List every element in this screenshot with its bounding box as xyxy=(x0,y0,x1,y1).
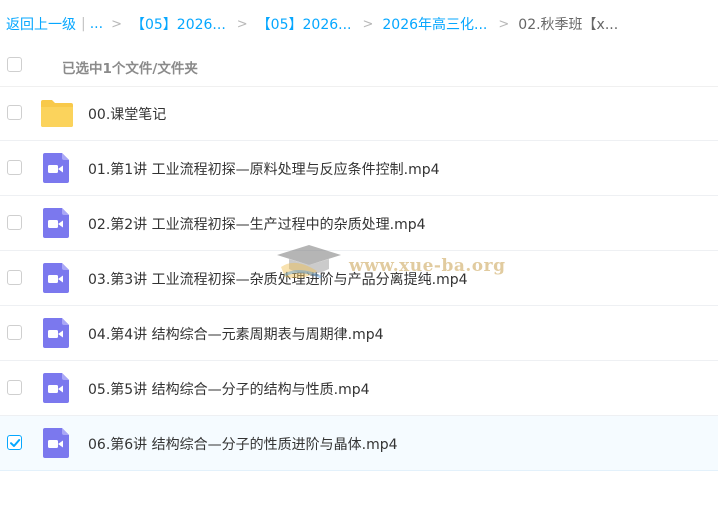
back-link[interactable]: 返回上一级 xyxy=(6,14,76,34)
file-name[interactable]: 02.第2讲 工业流程初探—生产过程中的杂质处理.mp4 xyxy=(88,214,426,234)
breadcrumb-separator: > xyxy=(362,16,374,32)
video-file-icon xyxy=(40,317,74,349)
file-row[interactable]: 05.第5讲 结构综合—分子的结构与性质.mp4 xyxy=(0,361,718,416)
file-checkbox[interactable] xyxy=(7,215,22,230)
breadcrumb-separator: > xyxy=(236,16,248,32)
file-checkbox[interactable] xyxy=(7,105,22,120)
file-name[interactable]: 05.第5讲 结构综合—分子的结构与性质.mp4 xyxy=(88,379,370,399)
file-browser: 返回上一级 | ... > 【05】2026... > 【05】2026... … xyxy=(0,0,718,507)
breadcrumb-pipe: | xyxy=(81,16,86,32)
folder-icon xyxy=(40,97,74,129)
file-checkbox[interactable] xyxy=(7,435,22,450)
selection-count-label: 已选中1个文件/文件夹 xyxy=(62,61,198,77)
video-file-icon xyxy=(40,207,74,239)
file-row[interactable]: 00.课堂笔记 xyxy=(0,86,718,141)
file-row[interactable]: 02.第2讲 工业流程初探—生产过程中的杂质处理.mp4 xyxy=(0,196,718,251)
file-name[interactable]: 04.第4讲 结构综合—元素周期表与周期律.mp4 xyxy=(88,324,384,344)
file-checkbox[interactable] xyxy=(7,325,22,340)
file-checkbox[interactable] xyxy=(7,380,22,395)
breadcrumb: 返回上一级 | ... > 【05】2026... > 【05】2026... … xyxy=(6,14,618,34)
file-name[interactable]: 06.第6讲 结构综合—分子的性质进阶与晶体.mp4 xyxy=(88,434,398,454)
breadcrumb-separator: > xyxy=(111,16,122,32)
file-checkbox[interactable] xyxy=(7,160,22,175)
video-file-icon xyxy=(40,152,74,184)
file-list: 00.课堂笔记 01.第1讲 工业流程初探—原料处理与反应条件控制.mp4 02.第… xyxy=(0,86,718,471)
breadcrumb-current: 02.秋季班【x... xyxy=(518,17,619,33)
file-row[interactable]: 01.第1讲 工业流程初探—原料处理与反应条件控制.mp4 xyxy=(0,141,718,196)
breadcrumb-item-2[interactable]: 【05】2026... xyxy=(257,14,352,34)
breadcrumb-item-3[interactable]: 2026年高三化... xyxy=(382,14,487,34)
check-icon xyxy=(10,439,21,447)
file-row[interactable]: 03.第3讲 工业流程初探—杂质处理进阶与产品分离提纯.mp4 xyxy=(0,251,718,306)
file-row[interactable]: 06.第6讲 结构综合—分子的性质进阶与晶体.mp4 xyxy=(0,416,718,471)
breadcrumb-item-1[interactable]: 【05】2026... xyxy=(131,14,226,34)
file-name[interactable]: 00.课堂笔记 xyxy=(88,104,166,124)
breadcrumb-separator: > xyxy=(498,16,510,32)
file-checkbox[interactable] xyxy=(7,270,22,285)
video-file-icon xyxy=(40,372,74,404)
select-all-checkbox[interactable] xyxy=(7,57,22,72)
breadcrumb-ellipsis[interactable]: ... xyxy=(90,16,103,32)
file-row[interactable]: 04.第4讲 结构综合—元素周期表与周期律.mp4 xyxy=(0,306,718,361)
selection-header: 已选中1个文件/文件夹 xyxy=(0,46,718,87)
video-file-icon xyxy=(40,262,74,294)
file-name[interactable]: 03.第3讲 工业流程初探—杂质处理进阶与产品分离提纯.mp4 xyxy=(88,269,468,289)
file-name[interactable]: 01.第1讲 工业流程初探—原料处理与反应条件控制.mp4 xyxy=(88,159,440,179)
video-file-icon xyxy=(40,427,74,459)
